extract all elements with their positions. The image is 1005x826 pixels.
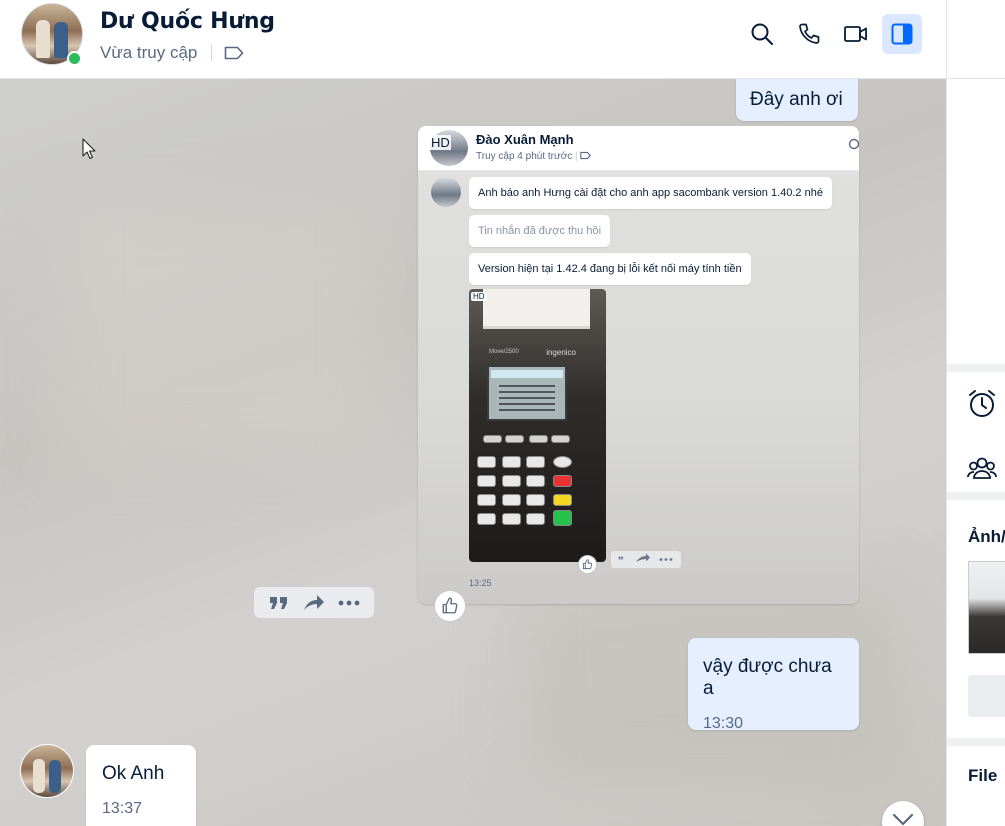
message-text: vậy được chưa a <box>703 656 832 699</box>
quote-icon <box>270 596 288 609</box>
toggle-sidebar-button[interactable] <box>882 14 922 54</box>
view-all-media-button[interactable] <box>968 675 1005 717</box>
tag-icon <box>580 151 592 160</box>
contact-avatar[interactable] <box>21 3 83 66</box>
message-bubble-incoming[interactable]: Ok Anh 13:37 <box>86 745 196 826</box>
mouse-cursor-icon <box>82 138 96 160</box>
screenshot-header: HD Đào Xuân Mạnh Truy cập 4 phút trước | <box>418 126 859 171</box>
message-text: Đây anh ơi <box>750 89 843 110</box>
scroll-to-bottom-button[interactable] <box>882 801 924 826</box>
section-divider <box>947 738 1005 746</box>
search-button[interactable] <box>742 14 782 54</box>
message-action-bar <box>254 587 374 618</box>
conversation-info-panel: Ảnh/ File <box>946 0 1005 826</box>
more-icon <box>338 600 360 605</box>
contact-name[interactable]: Dư Quốc Hưng <box>100 9 275 34</box>
quote-button[interactable] <box>267 591 291 615</box>
sender-avatar[interactable] <box>20 744 74 798</box>
contact-status: Vừa truy cập <box>100 43 198 62</box>
like-icon <box>578 555 597 574</box>
hd-badge: HD <box>430 135 451 150</box>
recalled-message: Tin nhắn đã được thu hồi <box>469 215 611 247</box>
sender-avatar <box>431 177 461 207</box>
call-button[interactable] <box>789 14 829 54</box>
message-bubble-outgoing[interactable]: vậy được chưa a 13:30 <box>688 638 859 732</box>
screenshot-message: Version hiện tại 1.42.4 đang bị lỗi kết … <box>469 253 751 285</box>
more-options-button[interactable] <box>337 591 361 615</box>
chevron-down-icon <box>892 813 914 826</box>
video-call-button[interactable] <box>836 14 876 54</box>
alarm-clock-icon[interactable] <box>967 389 997 419</box>
video-icon <box>844 26 867 42</box>
screenshot-contact-name: Đào Xuân Mạnh <box>476 132 574 147</box>
svg-text:❞: ❞ <box>618 556 624 567</box>
message-bubble-outgoing[interactable]: Đây anh ơi <box>736 79 858 121</box>
file-section-title[interactable]: File <box>968 766 997 786</box>
tag-icon[interactable] <box>224 45 244 61</box>
pos-brand-label: ingenico <box>546 348 576 357</box>
screenshot-contact-status: Truy cập 4 phút trước | <box>476 151 592 162</box>
image-message[interactable]: HD Đào Xuân Mạnh Truy cập 4 phút trước |… <box>418 126 859 604</box>
pos-terminal-photo: Move/2500 ingenico <box>469 289 606 562</box>
message-text: Ok Anh <box>102 763 165 784</box>
search-icon <box>751 23 773 45</box>
sidebar-toggle-icon <box>891 23 913 45</box>
group-users-icon[interactable] <box>967 453 997 483</box>
status-divider <box>211 45 212 61</box>
message-timestamp: 13:37 <box>102 800 143 817</box>
pos-model-label: Move/2500 <box>489 349 519 355</box>
search-icon <box>848 138 859 150</box>
chat-header: Dư Quốc Hưng Vừa truy cập <box>0 0 946 79</box>
phone-icon <box>799 23 820 44</box>
forward-button[interactable] <box>302 591 326 615</box>
media-section-title[interactable]: Ảnh/ <box>968 527 1005 547</box>
section-divider <box>947 364 1005 372</box>
chat-messages-area[interactable]: Đây anh ơi HD Đào Xuân Mạnh Truy cập 4 p… <box>0 79 946 826</box>
like-icon <box>442 597 458 614</box>
media-thumbnail[interactable] <box>968 561 1005 654</box>
section-divider <box>947 492 1005 500</box>
message-actions-thumbnail: ❞ <box>611 551 681 568</box>
online-status-dot <box>67 51 82 66</box>
screenshot-timestamp: 13:25 <box>469 578 492 588</box>
message-timestamp: 13:30 <box>703 715 744 732</box>
forward-icon <box>303 594 324 610</box>
hd-badge: HD <box>471 292 487 301</box>
react-button[interactable] <box>434 590 466 622</box>
screenshot-message: Anh báo anh Hưng cài đặt cho anh app sac… <box>469 177 832 209</box>
pos-screen <box>487 365 567 421</box>
